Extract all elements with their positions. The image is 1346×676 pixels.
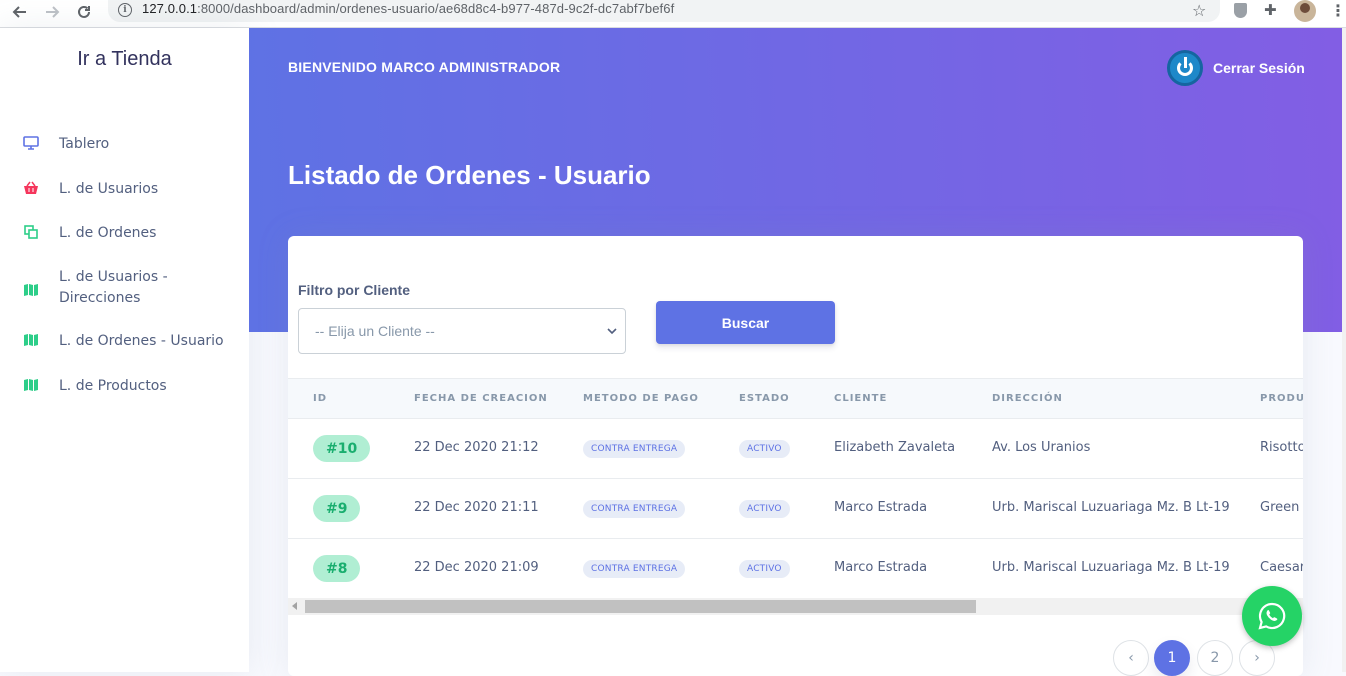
monitor-icon <box>22 134 40 152</box>
order-id-badge: #10 <box>313 435 371 462</box>
table-row[interactable]: #9 22 Dec 2020 21:11 CONTRA ENTREGA ACTI… <box>288 479 1303 539</box>
table-horizontal-scrollbar[interactable] <box>288 598 1303 615</box>
product: Caesar <box>1260 560 1303 575</box>
address-bar[interactable]: i 127.0.0.1:8000/dashboard/admin/ordenes… <box>108 0 1220 22</box>
sidebar-item-label: L. de Productos <box>59 378 167 394</box>
address: Urb. Mariscal Luzuariaga Mz. B Lt-19 <box>992 500 1230 515</box>
page-scrollbar[interactable] <box>1342 28 1346 672</box>
sidebar-item-productos[interactable]: L. de Productos <box>0 376 249 398</box>
sidebar-item-label: L. de Usuarios - Direcciones <box>59 269 168 306</box>
url-text[interactable]: 127.0.0.1:8000/dashboard/admin/ordenes-u… <box>142 1 674 16</box>
bookmark-star-icon[interactable]: ☆ <box>1192 1 1206 20</box>
orders-card: Filtro por Cliente -- Elija un Cliente -… <box>288 236 1303 676</box>
client-select[interactable]: -- Elija un Cliente -- <box>298 308 626 354</box>
browser-menu-icon[interactable]: ⋮ <box>1330 1 1346 20</box>
product: Green s <box>1260 500 1303 515</box>
col-header-id[interactable]: ID <box>313 393 327 404</box>
map-icon <box>22 331 40 349</box>
col-header-cliente[interactable]: CLIENTE <box>834 393 887 404</box>
col-header-producto[interactable]: PRODU <box>1260 393 1303 404</box>
map-icon <box>22 281 40 299</box>
sidebar-item-usuarios[interactable]: L. de Usuarios <box>0 179 249 201</box>
back-icon[interactable] <box>8 0 32 24</box>
client-name: Marco Estrada <box>834 500 928 515</box>
table-header: ID FECHA DE CREACION METODO DE PAGO ESTA… <box>288 378 1303 419</box>
order-date: 22 Dec 2020 21:12 <box>414 440 539 455</box>
browser-toolbar: i 127.0.0.1:8000/dashboard/admin/ordenes… <box>0 0 1346 28</box>
copy-icon <box>22 223 40 241</box>
sidebar: Ir a Tienda Tablero L. de Usuarios L. de… <box>0 28 249 672</box>
address: Av. Los Uranios <box>992 440 1091 455</box>
order-date: 22 Dec 2020 21:11 <box>414 500 539 515</box>
status-badge: ACTIVO <box>739 560 790 578</box>
table-row[interactable]: #8 22 Dec 2020 21:09 CONTRA ENTREGA ACTI… <box>288 539 1303 599</box>
forward-icon[interactable] <box>40 0 64 24</box>
status-badge: ACTIVO <box>739 500 790 518</box>
orders-table: ID FECHA DE CREACION METODO DE PAGO ESTA… <box>288 378 1303 616</box>
profile-avatar[interactable] <box>1294 0 1316 22</box>
sidebar-item-usuarios-direcciones[interactable]: L. de Usuarios - Direcciones <box>0 267 249 311</box>
extensions-puzzle-icon[interactable]: ✚ <box>1264 1 1277 19</box>
basket-icon <box>22 179 40 197</box>
chevron-down-icon <box>605 323 619 337</box>
pagination-page-1[interactable]: 1 <box>1154 640 1190 676</box>
select-value: -- Elija un Cliente -- <box>315 323 435 339</box>
url-host: 127.0.0.1 <box>142 1 198 16</box>
whatsapp-button[interactable] <box>1242 586 1302 646</box>
product: Risotto <box>1260 440 1303 455</box>
sidebar-item-ordenes[interactable]: L. de Ordenes <box>0 223 249 245</box>
order-date: 22 Dec 2020 21:09 <box>414 560 539 575</box>
sidebar-item-label: L. de Ordenes - Usuario <box>59 333 224 349</box>
logout-button[interactable]: Cerrar Sesión <box>1167 50 1305 86</box>
payment-method-badge: CONTRA ENTREGA <box>583 560 686 578</box>
info-icon[interactable]: i <box>118 3 132 17</box>
payment-method-badge: CONTRA ENTREGA <box>583 440 686 458</box>
sidebar-item-label: Tablero <box>59 136 110 152</box>
col-header-direccion[interactable]: DIRECCIÓN <box>992 393 1063 404</box>
reload-icon[interactable] <box>72 0 96 24</box>
sidebar-item-tablero[interactable]: Tablero <box>0 134 249 156</box>
client-name: Marco Estrada <box>834 560 928 575</box>
scroll-left-icon[interactable] <box>292 602 297 610</box>
order-id-badge: #9 <box>313 495 361 522</box>
col-header-estado[interactable]: ESTADO <box>739 393 790 404</box>
extension-shield-icon[interactable] <box>1234 3 1247 18</box>
pagination-page-2[interactable]: 2 <box>1197 640 1233 676</box>
scrollbar-thumb[interactable] <box>305 600 976 613</box>
sidebar-item-label: L. de Ordenes <box>59 225 157 241</box>
search-button[interactable]: Buscar <box>656 301 835 344</box>
col-header-fecha[interactable]: FECHA DE CREACION <box>414 393 548 404</box>
brand-link[interactable]: Ir a Tienda <box>0 48 249 71</box>
table-row[interactable]: #10 22 Dec 2020 21:12 CONTRA ENTREGA ACT… <box>288 419 1303 479</box>
url-path: :8000/dashboard/admin/ordenes-usuario/ae… <box>197 1 675 16</box>
order-id-badge: #8 <box>313 555 361 582</box>
power-icon <box>1167 50 1203 86</box>
address: Urb. Mariscal Luzuariaga Mz. B Lt-19 <box>992 560 1230 575</box>
whatsapp-icon <box>1258 602 1286 630</box>
pagination-prev[interactable]: ‹ <box>1113 640 1149 676</box>
col-header-metodo[interactable]: METODO DE PAGO <box>583 393 699 404</box>
status-badge: ACTIVO <box>739 440 790 458</box>
welcome-text: BIENVENIDO MARCO ADMINISTRADOR <box>288 59 561 75</box>
payment-method-badge: CONTRA ENTREGA <box>583 500 686 518</box>
filter-label: Filtro por Cliente <box>298 282 410 298</box>
page-title: Listado de Ordenes - Usuario <box>288 160 651 190</box>
map-icon <box>22 376 40 394</box>
sidebar-item-ordenes-usuario[interactable]: L. de Ordenes - Usuario <box>0 331 249 353</box>
sidebar-item-label: L. de Usuarios <box>59 181 159 197</box>
logout-label: Cerrar Sesión <box>1213 60 1305 76</box>
client-name: Elizabeth Zavaleta <box>834 440 956 455</box>
